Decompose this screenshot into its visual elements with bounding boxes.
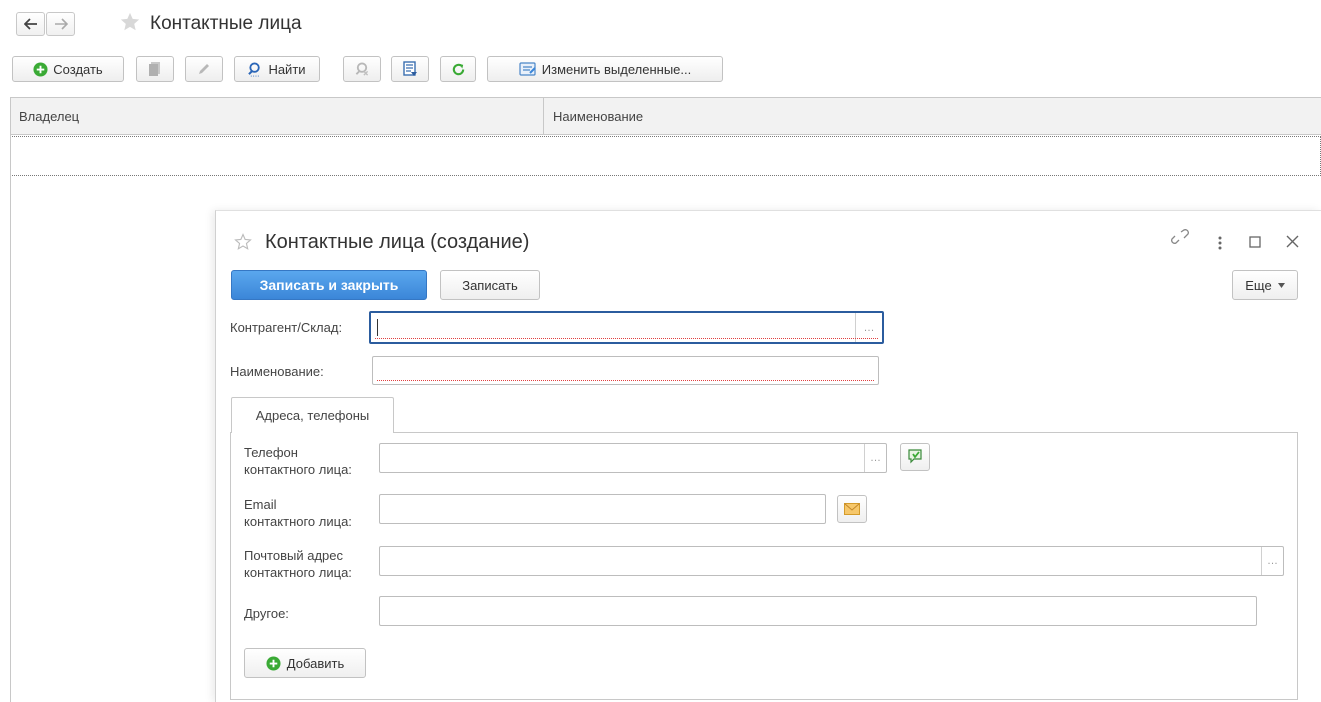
- create-button[interactable]: Создать: [12, 56, 124, 82]
- close-icon[interactable]: [1286, 235, 1299, 253]
- phone-label-line-2: контактного лица:: [244, 462, 352, 477]
- email-label-line-2: контактного лица:: [244, 514, 352, 529]
- add-button-label: Добавить: [286, 655, 345, 671]
- change-selected-button-label: Изменить выделенные...: [541, 61, 692, 77]
- text-caret: [377, 319, 378, 336]
- phone-select-button[interactable]: …: [864, 444, 886, 472]
- counterparty-select-button[interactable]: …: [855, 313, 882, 342]
- arrow-right-icon: [54, 18, 68, 30]
- name-field[interactable]: [372, 356, 879, 385]
- plus-circle-icon: [266, 655, 281, 671]
- change-selected-button[interactable]: Изменить выделенные...: [487, 56, 723, 82]
- phone-label: Телефон контактного лица:: [244, 444, 352, 478]
- email-label-line-1: Email: [244, 497, 277, 512]
- cancel-search-button[interactable]: [343, 56, 381, 82]
- list-border: [10, 135, 11, 702]
- envelope-icon: [844, 503, 860, 515]
- forward-button[interactable]: [46, 12, 75, 36]
- name-label: Наименование:: [230, 364, 324, 379]
- edit-button[interactable]: [185, 56, 223, 82]
- maximize-icon[interactable]: [1249, 235, 1261, 253]
- phone-label-line-1: Телефон: [244, 445, 298, 460]
- find-button[interactable]: Найти: [234, 56, 320, 82]
- postal-select-button[interactable]: …: [1261, 547, 1283, 575]
- phone-field[interactable]: …: [379, 443, 887, 473]
- create-contact-dialog: Контактные лица (создание) Записать и за…: [215, 210, 1321, 702]
- list-header: Владелец Наименование: [10, 97, 1321, 135]
- more-button-label: Еще: [1245, 277, 1272, 293]
- column-owner[interactable]: Владелец: [11, 98, 544, 135]
- send-email-button[interactable]: [837, 495, 867, 523]
- refresh-button[interactable]: [440, 56, 476, 82]
- refresh-icon: [452, 63, 464, 75]
- postal-address-field[interactable]: …: [379, 546, 1284, 576]
- favorite-star-icon[interactable]: [119, 11, 141, 36]
- other-label: Другое:: [244, 606, 289, 621]
- email-field[interactable]: [379, 494, 826, 524]
- back-button[interactable]: [16, 12, 45, 36]
- chevron-down-icon: [1277, 282, 1285, 288]
- kebab-icon[interactable]: [1217, 233, 1223, 256]
- phone-call-button[interactable]: [900, 443, 930, 471]
- column-name[interactable]: Наименование: [545, 98, 1321, 135]
- group-edit-icon: [519, 62, 536, 76]
- plus-circle-icon: [33, 61, 48, 77]
- search-icon: [248, 61, 261, 77]
- copy-icon: [149, 62, 160, 76]
- tab-addresses-phones[interactable]: Адреса, телефоны: [231, 397, 394, 433]
- add-button[interactable]: Добавить: [244, 648, 366, 678]
- search-cancel-icon: [355, 61, 369, 76]
- find-button-label: Найти: [268, 61, 306, 77]
- filter-settings-button[interactable]: [391, 56, 429, 82]
- tab-addresses-phones-label: Адреса, телефоны: [255, 408, 370, 423]
- postal-label: Почтовый адрес контактного лица:: [244, 547, 352, 581]
- arrow-left-icon: [23, 18, 37, 30]
- create-button-label: Создать: [53, 61, 103, 77]
- table-row[interactable]: [10, 136, 1321, 176]
- save-button-label: Записать: [462, 277, 518, 293]
- postal-label-line-1: Почтовый адрес: [244, 548, 343, 563]
- link-icon[interactable]: [1171, 229, 1189, 254]
- save-and-close-button[interactable]: Записать и закрыть: [231, 270, 427, 300]
- other-field[interactable]: [379, 596, 1257, 626]
- counterparty-field[interactable]: …: [369, 311, 884, 344]
- phone-icon: [908, 449, 922, 464]
- postal-label-line-2: контактного лица:: [244, 565, 352, 580]
- favorite-star-icon[interactable]: [234, 233, 252, 254]
- filter-icon: [403, 61, 417, 76]
- counterparty-label: Контрагент/Склад:: [230, 320, 343, 335]
- page-title: Контактные лица: [150, 13, 302, 34]
- dialog-title: Контактные лица (создание): [265, 231, 530, 253]
- email-label: Email контактного лица:: [244, 496, 352, 530]
- more-button[interactable]: Еще: [1232, 270, 1298, 300]
- save-button[interactable]: Записать: [440, 270, 540, 300]
- copy-button[interactable]: [136, 56, 174, 82]
- pencil-icon: [199, 64, 209, 74]
